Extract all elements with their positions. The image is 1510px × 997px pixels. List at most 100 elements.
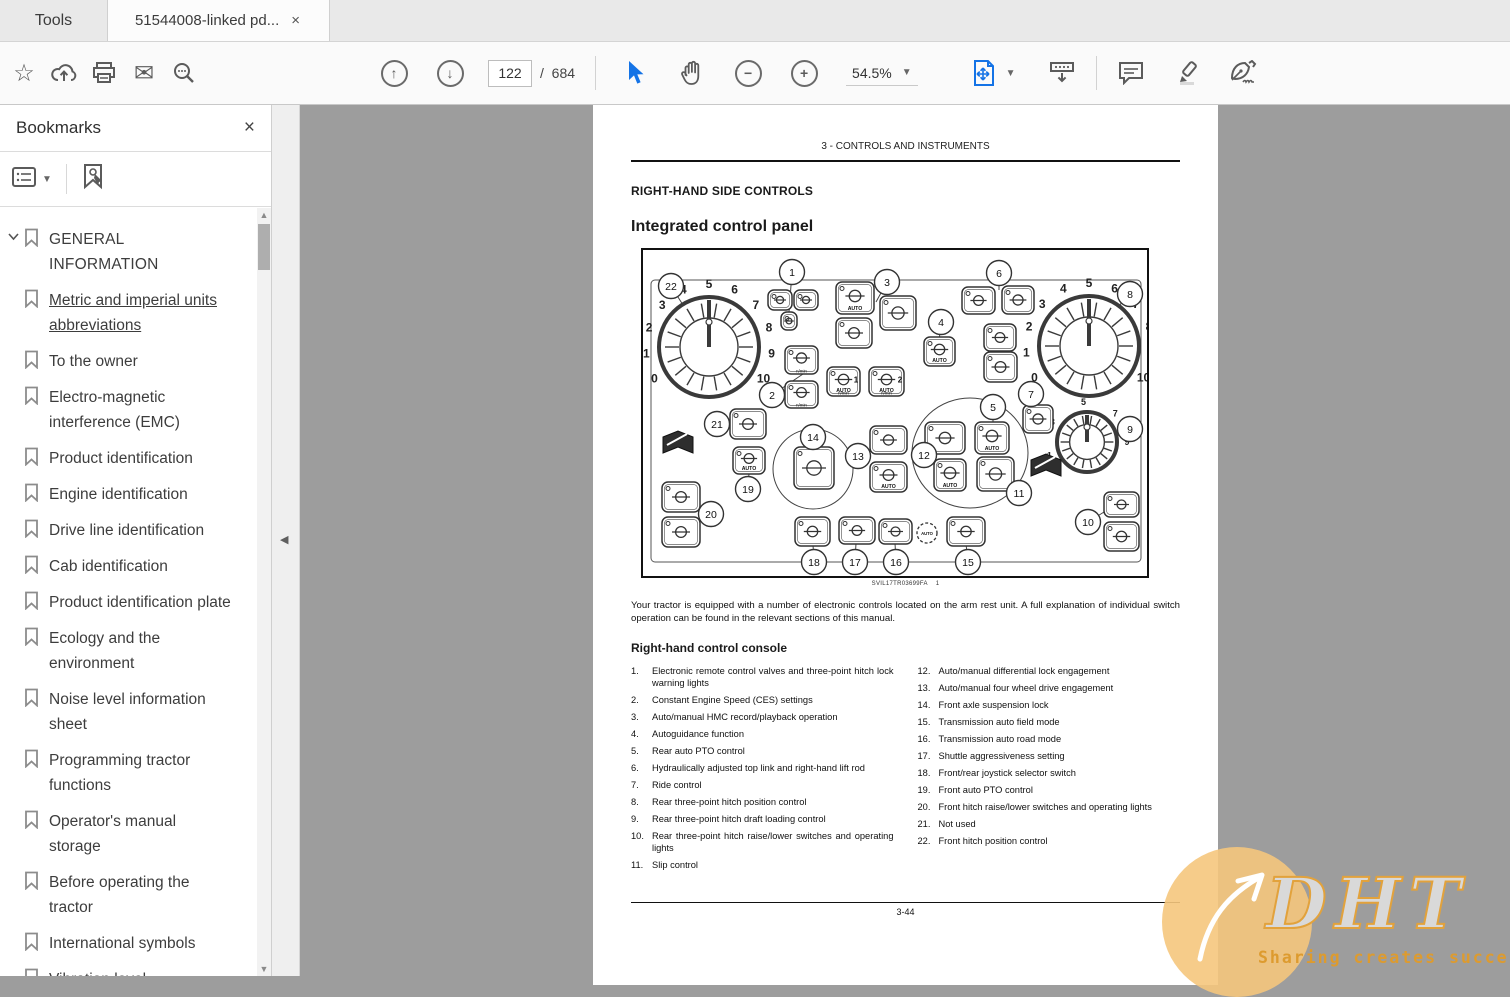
zoom-in-icon[interactable]: + (784, 53, 824, 93)
svg-text:21: 21 (711, 419, 723, 431)
bookmark-item[interactable]: Cab identification (0, 549, 258, 585)
svg-text:1: 1 (789, 267, 795, 279)
collapse-panel-icon[interactable]: ◀ (280, 533, 288, 546)
zoom-level-value: 54.5% (852, 64, 892, 81)
svg-text:13: 13 (852, 451, 864, 463)
svg-text:AUTO: AUTO (742, 466, 757, 472)
comment-icon[interactable] (1111, 53, 1151, 93)
bookmark-item[interactable]: Product identification plate (0, 585, 258, 621)
next-page-icon[interactable]: ↓ (430, 53, 470, 93)
previous-page-icon[interactable]: ↑ (374, 53, 414, 93)
fit-page-chevron-icon[interactable]: ▼ (1006, 68, 1016, 79)
svg-text:22: 22 (665, 281, 677, 293)
pdf-page: 3 - CONTROLS AND INSTRUMENTS RIGHT-HAND … (593, 105, 1218, 985)
watermark-text: DHT (1265, 861, 1469, 946)
bookmark-item[interactable]: International symbols (0, 926, 258, 962)
close-bookmarks-icon[interactable]: × (244, 117, 255, 139)
bookmark-item[interactable]: Vibration level (0, 962, 258, 976)
svg-text:7: 7 (1028, 389, 1034, 401)
scrollbar-thumb[interactable] (258, 224, 270, 270)
bookmark-label: International symbols (49, 935, 196, 952)
bookmark-item[interactable]: Before operating the tractor (0, 865, 258, 926)
email-icon[interactable]: ✉ (124, 53, 164, 93)
svg-text:8: 8 (1127, 289, 1133, 301)
svg-text:20: 20 (705, 509, 717, 521)
svg-text:7: 7 (752, 298, 759, 312)
page-footer-number: 3-44 (896, 907, 915, 917)
svg-text:9: 9 (1127, 424, 1133, 436)
scroll-up-icon[interactable]: ▲ (257, 208, 271, 222)
svg-text:6: 6 (996, 268, 1002, 280)
legend-item: 5. Rear auto PTO control (631, 746, 745, 756)
page-total: 684 (551, 65, 576, 81)
bookmark-ribbon-icon (24, 518, 39, 543)
chevron-down-icon: ▼ (901, 67, 912, 78)
search-icon[interactable] (164, 53, 204, 93)
signature-pen-icon[interactable] (1223, 53, 1263, 93)
page-number-input[interactable]: 122 (488, 59, 532, 87)
svg-text:12: 12 (918, 450, 930, 462)
tab-tools-label: Tools (34, 11, 73, 29)
svg-text:5: 5 (1086, 276, 1093, 290)
bookmark-options-chevron-icon[interactable]: ▼ (42, 174, 52, 185)
zoom-level-select[interactable]: 54.5% ▼ (846, 61, 918, 86)
bookmark-item[interactable]: Noise level information sheet (0, 682, 258, 743)
expand-chevron-icon[interactable] (2, 227, 24, 241)
svg-text:4: 4 (1060, 281, 1067, 295)
bookmark-item[interactable]: Product identification (0, 441, 258, 477)
bookmark-item[interactable]: Electro-magnetic interference (EMC) (0, 380, 258, 441)
bookmark-item[interactable]: Ecology and the environment (0, 621, 258, 682)
bookmark-item[interactable]: To the owner (0, 344, 258, 380)
bookmark-ribbon-icon (24, 687, 39, 712)
svg-text:14: 14 (807, 432, 819, 444)
bookmark-item[interactable]: Engine identification (0, 477, 258, 513)
svg-text:16: 16 (890, 557, 902, 569)
new-bookmark-icon[interactable] (81, 163, 107, 196)
favorite-star-icon[interactable]: ☆ (4, 53, 44, 93)
bookmark-item[interactable]: Programming tractor functions (0, 743, 258, 804)
legend-item: 3. Auto/manual HMC record/playback operat… (631, 712, 838, 722)
svg-text:2: 2 (898, 376, 903, 385)
bookmark-ribbon-icon (24, 446, 39, 471)
legend-item: 2. Constant Engine Speed (CES) settings (631, 695, 813, 705)
scroll-down-icon[interactable]: ▼ (257, 962, 271, 976)
hand-tool-icon[interactable] (672, 53, 712, 93)
bookmark-item[interactable]: Drive line identification (0, 513, 258, 549)
legend-item: 16. Transmission auto road mode (917, 734, 1062, 744)
panel-collapse-strip[interactable]: ◀ (272, 105, 300, 976)
legend-item: 4. Autoguidance function (631, 729, 745, 739)
legend-column-left: 1. Electronic remote control valves and t… (631, 665, 894, 876)
cloud-upload-icon[interactable] (44, 53, 84, 93)
control-panel-figure: 01234567891001234567891013579AUTOAUTOn/m… (641, 248, 1155, 578)
bookmark-item[interactable]: GENERAL INFORMATION (0, 222, 258, 283)
svg-text:5: 5 (1081, 397, 1086, 407)
svg-text:2: 2 (646, 321, 653, 335)
svg-text:2: 2 (1026, 320, 1033, 334)
select-cursor-icon[interactable] (616, 53, 656, 93)
svg-text:3: 3 (884, 277, 890, 289)
tab-tools[interactable]: Tools (0, 0, 108, 41)
bookmark-label: Engine identification (49, 486, 188, 503)
bookmarks-scrollbar[interactable]: ▲ ▼ (257, 208, 271, 976)
bookmark-options-icon[interactable] (12, 166, 36, 192)
zoom-out-icon[interactable]: − (728, 53, 768, 93)
svg-text:AUTO: AUTO (932, 358, 947, 364)
page-separator: / (540, 65, 544, 81)
legend-column-right: 12. Auto/manual differential lock engagem… (918, 665, 1181, 876)
legend-item: 12. Auto/manual differential lock engagem… (917, 666, 1110, 676)
bookmark-item[interactable]: Metric and imperial units abbreviations (0, 283, 258, 344)
bookmark-ribbon-icon (24, 349, 39, 374)
print-icon[interactable] (84, 53, 124, 93)
tab-document[interactable]: 51544008-linked pd... × (108, 0, 330, 41)
bookmark-item[interactable]: Operator's manual storage (0, 804, 258, 865)
bookmark-ribbon-icon (24, 967, 39, 976)
bookmark-ribbon-icon (24, 931, 39, 956)
close-tab-icon[interactable]: × (289, 12, 302, 29)
dock-toolbar-icon[interactable] (1042, 53, 1082, 93)
svg-text:3: 3 (659, 298, 666, 312)
svg-text:1: 1 (643, 347, 650, 361)
highlighter-icon[interactable] (1169, 53, 1209, 93)
fit-page-icon[interactable] (964, 53, 1004, 93)
bookmark-ribbon-icon (24, 809, 39, 834)
svg-text:18: 18 (808, 557, 820, 569)
